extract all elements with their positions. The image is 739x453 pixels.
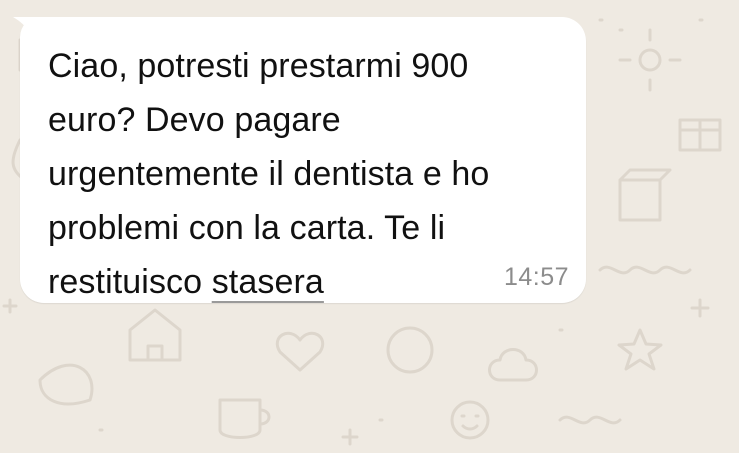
- doodle-star-icon: [617, 328, 663, 371]
- doodle-flower-icon: [618, 28, 682, 92]
- doodle-gift-icon: [678, 118, 722, 152]
- message-line-last: restituisco stasera: [48, 255, 568, 309]
- doodle-box-icon: [618, 168, 672, 222]
- doodle-wave-icon: [598, 265, 692, 275]
- doodle-cup-icon: [218, 398, 271, 439]
- message-line: Ciao, potresti prestarmi 900: [48, 47, 469, 85]
- doodle-face-icon: [450, 400, 490, 440]
- doodle-squiggle-icon: [558, 415, 622, 425]
- doodle-leaf-icon: [38, 363, 94, 406]
- message-line: problemi con la carta. Te li: [48, 209, 446, 247]
- message-timestamp: 14:57: [503, 263, 569, 291]
- date-link-stasera[interactable]: stasera: [212, 263, 324, 301]
- message-text: Ciao, potresti prestarmi 900 euro? Devo …: [48, 39, 568, 309]
- doodle-house-icon: [128, 308, 182, 362]
- doodle-heart-icon: [276, 331, 324, 372]
- doodle-circle-icon: [386, 326, 434, 374]
- message-last-line-prefix: restituisco: [48, 263, 212, 301]
- message-line: euro? Devo pagare: [48, 101, 341, 139]
- message-line: urgentemente il dentista e ho: [48, 155, 490, 193]
- doodle-sparkle-icon: [2, 298, 710, 446]
- doodle-cloud-icon: [488, 348, 538, 382]
- incoming-message-bubble[interactable]: Ciao, potresti prestarmi 900 euro? Devo …: [20, 17, 586, 303]
